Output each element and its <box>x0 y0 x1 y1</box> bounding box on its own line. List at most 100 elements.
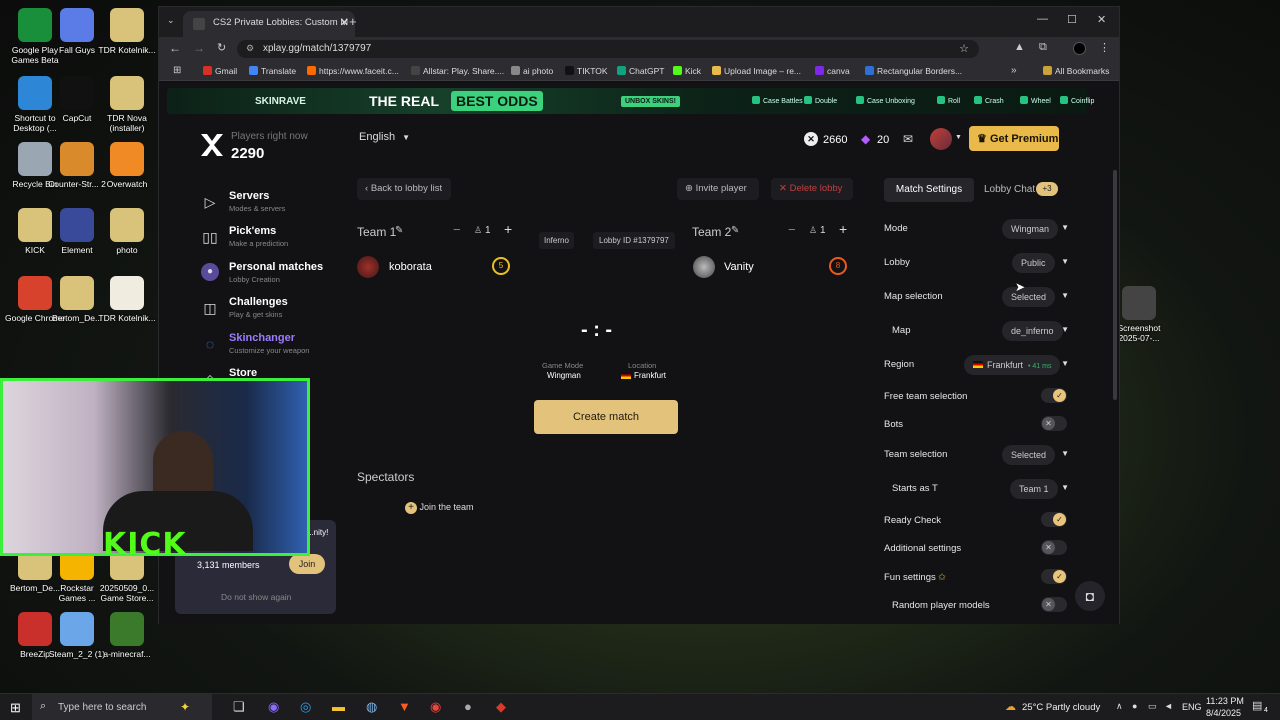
setting-select[interactable]: Frankfurt • 41 ms <box>964 355 1061 375</box>
bookmark-item[interactable]: TIKTOK <box>565 66 608 76</box>
back-to-lobby-button[interactable]: ‹ Back to lobby list <box>357 178 451 200</box>
setting-select[interactable]: Selected <box>1002 287 1056 307</box>
tab-search-icon[interactable]: ⌄ <box>167 15 175 26</box>
chevron-down-icon[interactable]: ▼ <box>1061 291 1069 300</box>
window-close-icon[interactable]: ✕ <box>1097 13 1106 26</box>
banner-game-link[interactable]: Double <box>804 96 837 105</box>
apps-grid-icon[interactable]: ⊞ <box>173 65 181 76</box>
new-tab-icon[interactable]: + <box>349 14 357 29</box>
site-info-icon[interactable]: ⚙ <box>246 43 254 54</box>
chevron-down-icon[interactable]: ▼ <box>1061 449 1069 458</box>
all-bookmarks[interactable]: All Bookmarks <box>1043 66 1109 76</box>
setting-select[interactable]: de_inferno <box>1002 321 1063 341</box>
chevron-down-icon[interactable]: ▼ <box>1061 257 1069 266</box>
setting-select[interactable]: Public <box>1012 253 1055 273</box>
bookmark-item[interactable]: Rectangular Borders... <box>865 66 962 76</box>
mail-icon[interactable]: ✉ <box>903 132 913 146</box>
sidebar-item[interactable]: ● Personal matches Lobby Creation <box>199 261 339 289</box>
avatar-chevron-icon[interactable]: ▼ <box>955 134 962 141</box>
volume-icon[interactable]: ◄ <box>1164 701 1173 711</box>
setting-select[interactable]: Team 1 <box>1010 479 1058 499</box>
setting-toggle[interactable]: ✕ <box>1041 597 1067 612</box>
bookmark-item[interactable]: ai photo <box>511 66 553 76</box>
reload-icon[interactable]: ↻ <box>217 41 226 54</box>
lobby-id-badge[interactable]: Lobby ID #1379797 <box>593 232 675 249</box>
setting-toggle[interactable]: ✓ <box>1041 569 1067 584</box>
tab-match-settings[interactable]: Match Settings <box>884 178 974 202</box>
get-premium-button[interactable]: ♛ Get Premium <box>969 126 1059 151</box>
user-avatar[interactable] <box>930 128 952 150</box>
banner-game-link[interactable]: Wheel <box>1020 96 1051 105</box>
player1-name[interactable]: koborata <box>389 261 432 273</box>
banner-game-link[interactable]: Crash <box>974 96 1004 105</box>
chat-support-icon[interactable]: ◘ <box>1075 581 1105 611</box>
copilot-icon[interactable]: ◉ <box>268 699 279 715</box>
team1-minus-icon[interactable]: − <box>453 222 461 237</box>
promo-dismiss-link[interactable]: Do not show again <box>221 592 291 602</box>
desktop-icon[interactable]: a-minecraf... <box>96 612 158 659</box>
team1-plus-icon[interactable]: + <box>504 221 512 237</box>
edge-icon[interactable]: ◎ <box>300 699 311 715</box>
tab-close-icon[interactable]: ✕ <box>340 16 349 29</box>
sidebar-item[interactable]: ◌ Skinchanger Customize your weapon <box>199 332 339 360</box>
create-match-button[interactable]: Create match <box>534 400 678 434</box>
file-explorer-icon[interactable]: ▬ <box>332 699 345 714</box>
forward-icon[interactable]: → <box>193 41 205 55</box>
clock-time[interactable]: 11:23 PM <box>1206 696 1244 706</box>
sidebar-item[interactable]: ◫ Challenges Play & get skins <box>199 296 339 324</box>
microphone-icon[interactable]: ● <box>1132 701 1137 711</box>
notification-icon[interactable]: ▤ <box>1252 699 1262 712</box>
extension-icon[interactable]: ▲ <box>1014 41 1025 53</box>
more-bookmarks-icon[interactable]: » <box>1011 65 1017 76</box>
language-select[interactable]: English ▼ <box>359 131 419 151</box>
setting-toggle[interactable]: ✓ <box>1041 388 1067 403</box>
bookmark-item[interactable]: canva <box>815 66 850 76</box>
setting-select[interactable]: Selected <box>1002 445 1056 465</box>
weather-text[interactable]: 25°C Partly cloudy <box>1022 702 1100 713</box>
clock-date[interactable]: 8/4/2025 <box>1206 708 1241 718</box>
bookmark-star-icon[interactable]: ☆ <box>959 42 969 55</box>
minimize-icon[interactable]: — <box>1037 13 1048 25</box>
bookmark-item[interactable]: https://www.faceit.c... <box>307 66 399 76</box>
network-icon[interactable]: ▭ <box>1148 701 1157 712</box>
bookmark-item[interactable]: Gmail <box>203 66 237 76</box>
menu-dots-icon[interactable]: ⋮ <box>1099 41 1110 54</box>
setting-toggle[interactable]: ✓ <box>1041 512 1067 527</box>
join-team-button[interactable]: + Join the team <box>405 502 474 514</box>
language-indicator[interactable]: ENG <box>1182 702 1202 712</box>
team1-edit-icon[interactable]: ✎ <box>395 225 403 236</box>
team2-plus-icon[interactable]: + <box>839 221 847 237</box>
team2-edit-icon[interactable]: ✎ <box>731 225 739 236</box>
maximize-icon[interactable]: ☐ <box>1067 13 1077 26</box>
player2-avatar[interactable] <box>693 256 715 278</box>
extensions-puzzle-icon[interactable]: ⧉ <box>1039 41 1047 54</box>
bookmark-item[interactable]: Kick <box>673 66 701 76</box>
browser-tab[interactable]: CS2 Private Lobbies: Custom M ✕ <box>183 11 355 37</box>
sidebar-item[interactable]: ▯▯ Pick'ems Make a prediction <box>199 225 339 253</box>
promo-join-button[interactable]: Join <box>289 554 325 574</box>
desktop-icon[interactable]: TDR Nova (installer) <box>96 76 158 133</box>
shield-app-icon[interactable]: ◆ <box>496 699 506 715</box>
chevron-down-icon[interactable]: ▼ <box>1061 223 1069 232</box>
invite-player-button[interactable]: ⊕ Invite player <box>677 178 759 200</box>
desktop-icon[interactable]: Overwatch <box>96 142 158 189</box>
setting-toggle[interactable]: ✕ <box>1041 540 1067 555</box>
banner-game-link[interactable]: Roll <box>937 96 960 105</box>
desktop-icon[interactable]: TDR Kotelnik... <box>96 276 158 323</box>
steam-icon[interactable]: ◍ <box>366 699 377 715</box>
bookmark-item[interactable]: ChatGPT <box>617 66 664 76</box>
chevron-down-icon[interactable]: ▼ <box>1061 483 1069 492</box>
chevron-down-icon[interactable]: ▼ <box>1061 359 1069 368</box>
xplay-logo[interactable] <box>199 132 225 158</box>
tab-lobby-chat[interactable]: Lobby Chat <box>984 184 1035 195</box>
desktop-icon[interactable]: photo <box>96 208 158 255</box>
brave-icon[interactable]: ▼ <box>398 699 411 714</box>
player2-name[interactable]: Vanity <box>724 261 754 273</box>
player1-avatar[interactable] <box>357 256 379 278</box>
desktop-icon[interactable]: TDR Kotelnik... <box>96 8 158 55</box>
setting-toggle[interactable]: ✕ <box>1041 416 1067 431</box>
banner-game-link[interactable]: Case Battles <box>752 96 803 105</box>
bookmark-item[interactable]: Translate <box>249 66 296 76</box>
banner-game-link[interactable]: Case Unboxing <box>856 96 915 105</box>
bookmark-item[interactable]: Allstar: Play. Share.... <box>411 66 504 76</box>
